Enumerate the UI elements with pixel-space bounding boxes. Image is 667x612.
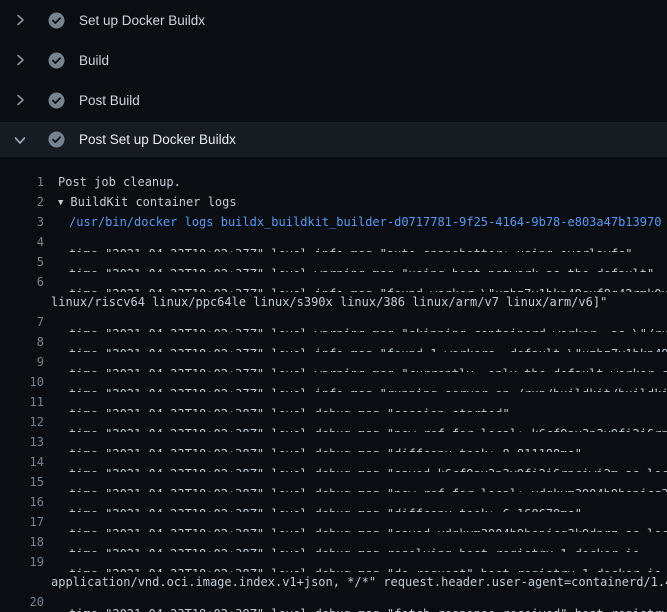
line-number[interactable]: 6 xyxy=(0,272,44,292)
log-line-text: time="2021-04-23T18:02:37Z" level=info m… xyxy=(69,232,633,252)
log-line-text: time="2021-04-23T18:02:38Z" level=debug … xyxy=(69,492,582,512)
line-number[interactable]: 18 xyxy=(0,532,44,552)
log-line-text: time="2021-04-23T18:02:38Z" level=debug … xyxy=(69,552,667,572)
log-line: 11 time="2021-04-23T18:02:38Z" level=deb… xyxy=(0,392,667,412)
log-line-text: time="2021-04-23T18:02:38Z" level=debug … xyxy=(69,452,667,472)
chevron-down-icon xyxy=(12,132,28,148)
line-number[interactable]: 5 xyxy=(0,252,44,272)
step-header-set-up-docker-buildx[interactable]: Set up Docker Buildx xyxy=(0,0,667,40)
log-command-text: /usr/bin/docker logs buildx_buildkit_bui… xyxy=(69,212,661,232)
log-line: 6 time="2021-04-23T18:02:37Z" level=info… xyxy=(0,272,667,292)
line-number[interactable]: 2 xyxy=(0,192,44,212)
log-line-text: time="2021-04-23T18:02:38Z" level=debug … xyxy=(69,532,640,552)
step-title: Post Set up Docker Buildx xyxy=(79,132,236,147)
log-line: 7 time="2021-04-23T18:02:37Z" level=warn… xyxy=(0,312,667,332)
log-line-text: time="2021-04-23T18:02:38Z" level=debug … xyxy=(69,432,582,452)
log-line: 12 time="2021-04-23T18:02:38Z" level=deb… xyxy=(0,412,667,432)
line-number xyxy=(0,572,44,592)
log-line: 15 time="2021-04-23T18:02:38Z" level=deb… xyxy=(0,472,667,492)
step-header-post-set-up-docker-buildx[interactable]: Post Set up Docker Buildx xyxy=(0,122,667,157)
check-circle-icon xyxy=(48,131,65,148)
chevron-right-icon xyxy=(12,52,28,68)
line-number xyxy=(0,292,44,312)
line-number[interactable]: 3 xyxy=(0,212,44,232)
log-line-text: time="2021-04-23T18:02:37Z" level=info m… xyxy=(69,372,667,392)
log-line: 8 time="2021-04-23T18:02:37Z" level=info… xyxy=(0,332,667,352)
chevron-right-icon xyxy=(12,92,28,108)
line-number[interactable]: 15 xyxy=(0,472,44,492)
step-title: Build xyxy=(79,53,109,68)
step-header-post-build[interactable]: Post Build xyxy=(0,80,667,120)
log-line: 17 time="2021-04-23T18:02:38Z" level=deb… xyxy=(0,512,667,532)
group-toggle-icon[interactable]: ▼ xyxy=(58,193,63,212)
step-header-build[interactable]: Build xyxy=(0,40,667,80)
line-number[interactable]: 9 xyxy=(0,352,44,372)
log-line: 5 time="2021-04-23T18:02:37Z" level=warn… xyxy=(0,252,667,272)
line-number[interactable]: 8 xyxy=(0,332,44,352)
line-number[interactable]: 7 xyxy=(0,312,44,332)
line-number[interactable]: 12 xyxy=(0,412,44,432)
chevron-right-icon xyxy=(12,12,28,28)
log-line: 4 time="2021-04-23T18:02:37Z" level=info… xyxy=(0,232,667,252)
line-number[interactable]: 13 xyxy=(0,432,44,452)
check-circle-icon xyxy=(48,92,65,109)
log-line-text: Post job cleanup. xyxy=(58,172,181,192)
line-number[interactable]: 19 xyxy=(0,552,44,572)
log-line-text: time="2021-04-23T18:02:38Z" level=debug … xyxy=(69,512,667,532)
line-number[interactable]: 10 xyxy=(0,372,44,392)
line-number[interactable]: 16 xyxy=(0,492,44,512)
log-line: 20 time="2021-04-23T18:02:38Z" level=deb… xyxy=(0,592,667,612)
log-line: 14 time="2021-04-23T18:02:38Z" level=deb… xyxy=(0,452,667,472)
line-number[interactable]: 11 xyxy=(0,392,44,412)
log-line: 18 time="2021-04-23T18:02:38Z" level=deb… xyxy=(0,532,667,552)
step-title: Post Build xyxy=(79,93,140,108)
check-circle-icon xyxy=(48,12,65,29)
log-line: 10 time="2021-04-23T18:02:37Z" level=inf… xyxy=(0,372,667,392)
log-line: 3 /usr/bin/docker logs buildx_buildkit_b… xyxy=(0,212,667,232)
line-number[interactable]: 14 xyxy=(0,452,44,472)
log-viewer: 1 Post job cleanup. 2 ▼BuildKit containe… xyxy=(0,160,667,612)
log-line-text: time="2021-04-23T18:02:37Z" level=warnin… xyxy=(69,252,654,272)
log-line[interactable]: 2 ▼BuildKit container logs xyxy=(0,192,667,212)
log-line-text: time="2021-04-23T18:02:37Z" level=warnin… xyxy=(69,312,667,332)
log-line-text: time="2021-04-23T18:02:37Z" level=warnin… xyxy=(69,352,667,372)
log-line-text: time="2021-04-23T18:02:38Z" level=debug … xyxy=(69,472,667,492)
log-line-text: time="2021-04-23T18:02:38Z" level=debug … xyxy=(69,392,510,412)
log-line-text: time="2021-04-23T18:02:37Z" level=info m… xyxy=(69,272,667,292)
log-line-wrap: application/vnd.oci.image.index.v1+json,… xyxy=(0,572,667,592)
log-line-text: linux/riscv64 linux/ppc64le linux/s390x … xyxy=(51,292,607,312)
log-line: 16 time="2021-04-23T18:02:38Z" level=deb… xyxy=(0,492,667,512)
log-line: 19 time="2021-04-23T18:02:38Z" level=deb… xyxy=(0,552,667,572)
line-number[interactable]: 1 xyxy=(0,172,44,192)
log-line-text: time="2021-04-23T18:02:37Z" level=info m… xyxy=(69,332,667,352)
log-line: 1 Post job cleanup. xyxy=(0,172,667,192)
line-number[interactable]: 4 xyxy=(0,232,44,252)
log-line-text: time="2021-04-23T18:02:38Z" level=debug … xyxy=(69,412,667,432)
log-line: 9 time="2021-04-23T18:02:37Z" level=warn… xyxy=(0,352,667,372)
step-list: Set up Docker Buildx Build Post Build xyxy=(0,0,667,157)
log-line-text: time="2021-04-23T18:02:38Z" level=debug … xyxy=(69,592,667,612)
log-line-text: application/vnd.oci.image.index.v1+json,… xyxy=(51,572,667,592)
step-title: Set up Docker Buildx xyxy=(79,13,205,28)
check-circle-icon xyxy=(48,52,65,69)
line-number[interactable]: 20 xyxy=(0,592,44,612)
log-group-header: ▼BuildKit container logs xyxy=(58,192,237,212)
line-number[interactable]: 17 xyxy=(0,512,44,532)
log-line: 13 time="2021-04-23T18:02:38Z" level=deb… xyxy=(0,432,667,452)
log-line-wrap: linux/riscv64 linux/ppc64le linux/s390x … xyxy=(0,292,667,312)
